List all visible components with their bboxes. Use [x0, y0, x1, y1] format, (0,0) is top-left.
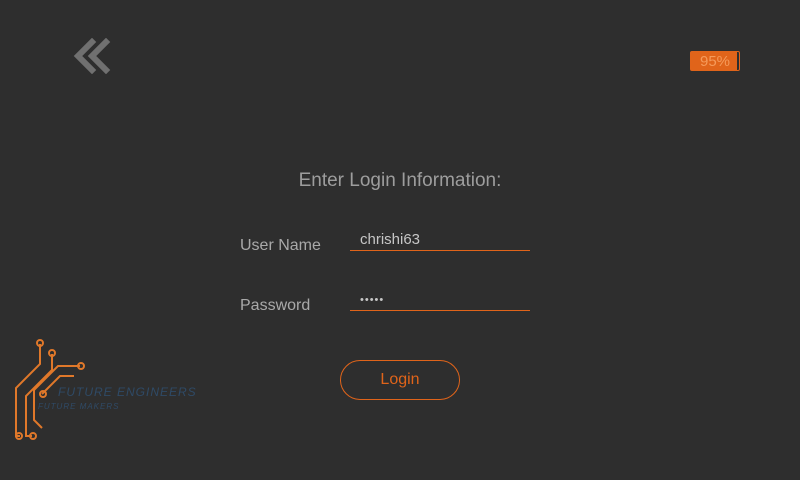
battery-percent: 95%	[699, 53, 731, 70]
password-field[interactable]: •••••	[350, 290, 530, 311]
logo-brand-text: FUTURE ENGINEERS	[58, 385, 197, 399]
brand-logo: FUTURE ENGINEERS FUTURE MAKERS	[4, 336, 214, 446]
login-button[interactable]: Login	[340, 360, 460, 400]
login-title: Enter Login Information:	[298, 170, 502, 191]
password-label: Password	[240, 297, 311, 314]
logo-tagline-text: FUTURE MAKERS	[38, 402, 119, 411]
battery-indicator: 95%	[690, 51, 740, 71]
username-field[interactable]: chrishi63	[350, 230, 530, 251]
double-chevron-left-icon	[73, 37, 111, 75]
username-value: chrishi63	[360, 231, 421, 248]
username-label: User Name	[240, 237, 321, 254]
password-value: •••••	[360, 294, 385, 306]
back-button[interactable]	[70, 37, 114, 75]
